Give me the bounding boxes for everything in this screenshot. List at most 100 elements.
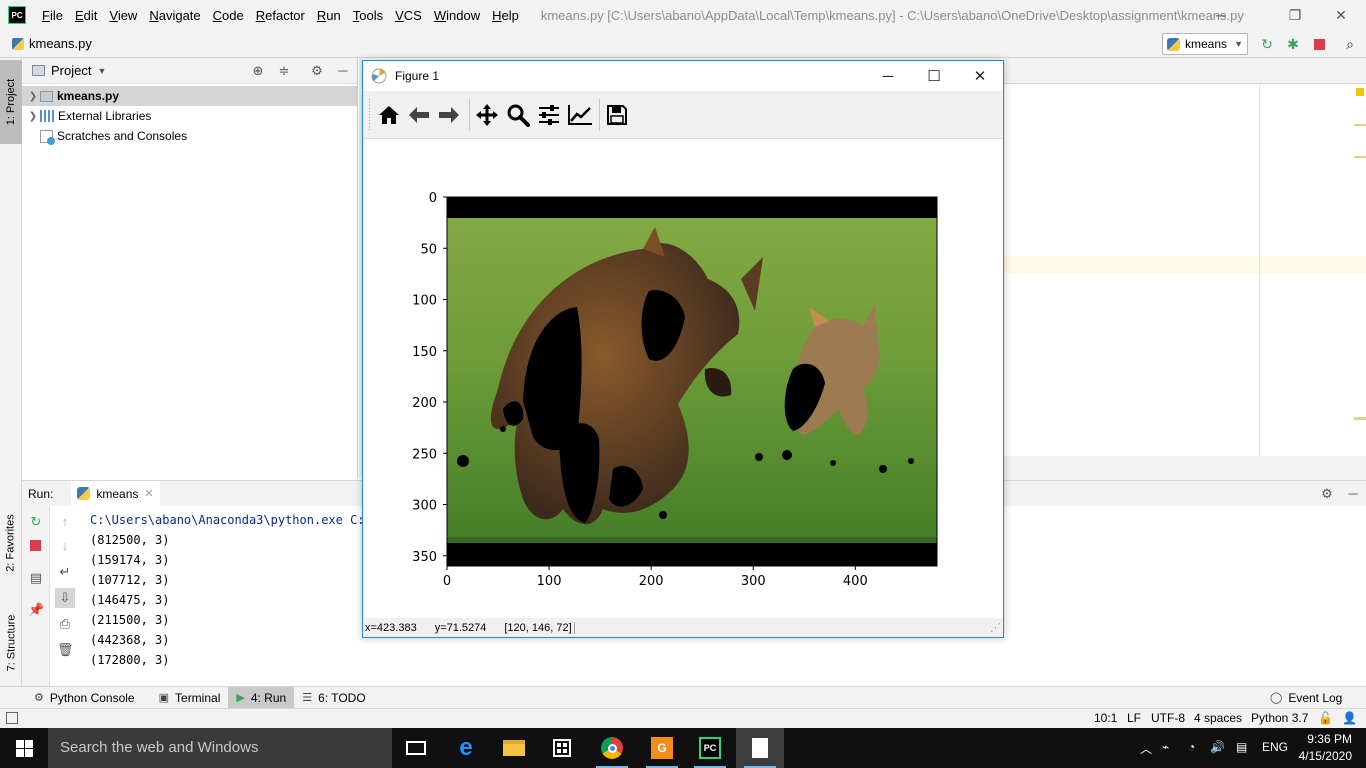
figure-close-button[interactable]: ✕	[957, 61, 1003, 91]
forward-arrow-icon[interactable]	[435, 101, 463, 129]
home-icon[interactable]	[375, 101, 403, 129]
tree-item-external-libraries[interactable]: ❯ External Libraries	[22, 106, 357, 126]
task-view-icon[interactable]	[392, 728, 440, 768]
chevron-up-icon[interactable]: ︿	[1140, 740, 1152, 757]
minimize-button[interactable]: ─	[1198, 0, 1244, 30]
file-explorer-icon[interactable]	[490, 728, 538, 768]
python-console-icon: ⚙	[34, 692, 44, 704]
edit-axis-icon[interactable]	[566, 101, 594, 129]
menu-code[interactable]: Code	[207, 8, 250, 23]
run-tab-kmeans[interactable]: kmeans ✕	[71, 480, 160, 507]
python-interpreter[interactable]: Python 3.7	[1251, 711, 1308, 725]
tab-python-console[interactable]: ⚙ Python Console	[26, 687, 143, 709]
edge-browser-icon[interactable]: e	[442, 728, 490, 768]
chevron-right-icon[interactable]: ❯	[26, 91, 40, 102]
chevron-right-icon[interactable]: ❯	[26, 111, 40, 122]
collapse-all-icon[interactable]: ≑	[276, 63, 292, 79]
pycharm-taskbar-icon[interactable]: PC	[686, 728, 734, 768]
chrome-icon[interactable]	[588, 728, 636, 768]
image-plot[interactable]: 0 100 200 300 400 0 50 100 150 200 250 300 350	[363, 139, 1003, 618]
figure-maximize-button[interactable]: ☐	[911, 61, 957, 91]
network-icon[interactable]: ⌁	[1162, 740, 1169, 754]
tab-todo[interactable]: ☰ 6: TODO	[294, 687, 373, 709]
tab-favorites[interactable]: 2: Favorites	[0, 498, 22, 588]
layout-icon[interactable]: ▤	[28, 570, 44, 586]
tree-item-scratches[interactable]: Scratches and Consoles	[22, 126, 357, 146]
zoom-icon[interactable]	[504, 101, 532, 129]
pin-icon[interactable]: 📌	[28, 602, 44, 618]
stop-icon[interactable]	[28, 538, 44, 554]
locate-icon[interactable]: ⊕	[250, 63, 266, 79]
lock-icon[interactable]: 🔓	[1318, 711, 1333, 725]
wifi-icon[interactable]: ◔	[1188, 740, 1195, 754]
hide-panel-icon[interactable]: ─	[1345, 486, 1361, 502]
arrow-down-icon[interactable]: ↓	[57, 538, 73, 554]
print-icon[interactable]: ⎙	[57, 616, 73, 632]
tab-event-log[interactable]: ◯ Event Log	[1262, 687, 1350, 709]
pan-icon[interactable]	[473, 101, 501, 129]
tab-run[interactable]: ▶ 4: Run	[228, 686, 295, 709]
inspector-icon[interactable]: 👤	[1342, 711, 1357, 725]
editor-scrollbar[interactable]	[1352, 84, 1366, 456]
menu-run[interactable]: Run	[311, 8, 347, 23]
action-center-icon[interactable]: ▤	[1236, 740, 1247, 754]
gear-icon[interactable]: ⚙	[1319, 486, 1335, 502]
taskbar-clock[interactable]: 9:36 PM 4/15/2020	[1299, 731, 1352, 765]
soft-wrap-icon[interactable]: ↵	[57, 564, 73, 580]
hide-panel-icon[interactable]: ─	[335, 63, 351, 79]
windows-start-button[interactable]	[0, 728, 48, 768]
figure-window-icon[interactable]	[736, 728, 784, 768]
tab-structure[interactable]: 7: Structure	[0, 598, 22, 688]
save-icon[interactable]	[603, 101, 631, 129]
figure-title-bar[interactable]: Figure 1 ─ ☐ ✕	[363, 61, 1003, 91]
arrow-up-icon[interactable]: ↑	[57, 514, 73, 530]
scroll-to-end-icon[interactable]: ⇩	[55, 588, 75, 608]
project-panel-header: Project ▼ ⊕ ≑ ⚙ ─	[22, 58, 357, 84]
pdf-app-icon[interactable]: G	[638, 728, 686, 768]
tab-project[interactable]: 1: Project	[0, 60, 22, 144]
menu-view[interactable]: View	[103, 8, 143, 23]
subplots-config-icon[interactable]	[535, 101, 563, 129]
menu-navigate[interactable]: Navigate	[143, 8, 206, 23]
figure-status-bar: x=423.383 y=71.5274 [120, 146, 72] ⋰	[363, 618, 1003, 637]
menu-edit[interactable]: Edit	[69, 8, 103, 23]
resize-grip-icon[interactable]: ⋰	[990, 621, 1001, 634]
figure-minimize-button[interactable]: ─	[865, 61, 911, 91]
chevron-down-icon[interactable]: ▼	[97, 66, 106, 76]
run-configuration-select[interactable]: kmeans ▼	[1162, 33, 1248, 55]
menu-tools[interactable]: Tools	[347, 8, 389, 23]
trash-icon[interactable]: 🗑	[57, 642, 74, 658]
rerun-icon[interactable]: ↻	[28, 514, 44, 530]
project-panel-title[interactable]: Project	[51, 63, 91, 78]
volume-icon[interactable]: 🔊	[1210, 740, 1225, 754]
figure-canvas[interactable]: 0 100 200 300 400 0 50 100 150 200 250 300 350	[363, 139, 1003, 618]
menu-refactor[interactable]: Refactor	[250, 8, 311, 23]
tool-window-strip: 1: Project 2: Favorites 7: Structure	[0, 58, 22, 686]
menu-vcs[interactable]: VCS	[389, 8, 428, 23]
close-button[interactable]: ✕	[1318, 0, 1364, 30]
panel-toggle-icon[interactable]	[6, 712, 18, 724]
tree-item-kmeans[interactable]: ❯ kmeans.py	[22, 86, 357, 106]
breadcrumb[interactable]: kmeans.py	[29, 36, 92, 51]
file-encoding[interactable]: UTF-8	[1151, 711, 1185, 725]
caret-position[interactable]: 10:1	[1094, 711, 1117, 725]
debug-icon[interactable]: ✱	[1285, 36, 1301, 52]
rerun-icon[interactable]: ↻	[1259, 36, 1275, 52]
menu-window[interactable]: Window	[428, 8, 486, 23]
taskbar-search-box[interactable]: Search the web and Windows	[48, 728, 392, 768]
line-separator[interactable]: LF	[1127, 711, 1141, 725]
back-arrow-icon[interactable]	[405, 101, 433, 129]
gear-icon[interactable]: ⚙	[309, 63, 325, 79]
restore-button[interactable]: ❐	[1272, 0, 1318, 30]
input-language[interactable]: ENG	[1262, 740, 1288, 754]
close-icon[interactable]: ✕	[144, 487, 153, 500]
store-icon[interactable]	[538, 728, 586, 768]
current-line-highlight	[1004, 256, 1366, 273]
navigation-bar: kmeans.py kmeans ▼ ↻ ✱ ⌕	[0, 30, 1366, 58]
menu-help[interactable]: Help	[486, 8, 525, 23]
indent-setting[interactable]: 4 spaces	[1194, 711, 1242, 725]
stop-icon[interactable]	[1311, 36, 1327, 52]
menu-file[interactable]: File	[36, 8, 69, 23]
search-icon[interactable]: ⌕	[1342, 36, 1358, 52]
tab-terminal[interactable]: ▣ Terminal	[151, 687, 229, 709]
